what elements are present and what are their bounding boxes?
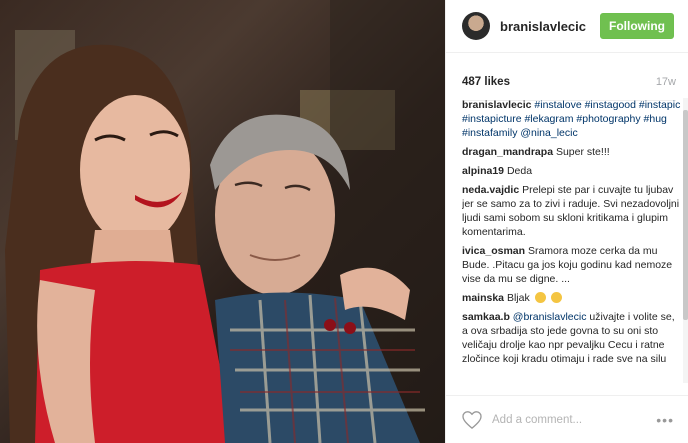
list-item: neda.vajdic Prelepi ste par i cuvajte tu… xyxy=(462,183,682,239)
list-item: mainska Bljak xyxy=(462,291,682,305)
comment-text: Deda xyxy=(506,165,533,177)
emoji-icon xyxy=(534,292,546,303)
comment-username[interactable]: neda.vajdic xyxy=(462,184,519,196)
caption: branislavlecic #instalove #instagood #in… xyxy=(462,98,682,140)
likes-count[interactable]: 487 likes xyxy=(462,76,510,88)
comment-mention[interactable]: @branislavlecic xyxy=(513,311,587,323)
list-item: alpina19 Deda xyxy=(462,164,682,178)
comment-username[interactable]: mainska xyxy=(462,292,504,304)
heart-icon[interactable] xyxy=(462,410,482,429)
username-link[interactable]: branislavlecic xyxy=(500,19,586,34)
following-button[interactable]: Following xyxy=(600,13,674,39)
comment-username[interactable]: samkaa.b xyxy=(462,311,510,323)
list-item: ivica_osman Sramora moze cerka da mu Bud… xyxy=(462,244,682,286)
comments-list[interactable]: branislavlecic #instalove #instagood #in… xyxy=(462,98,682,383)
comment-text: Super ste!!! xyxy=(555,146,610,158)
post-age[interactable]: 17w xyxy=(656,76,676,88)
comment-username[interactable]: dragan_mandrapa xyxy=(462,146,553,158)
list-item: samkaa.b @branislavlecic uživajte i voli… xyxy=(462,310,682,366)
post-modal: branislavlecic Following 487 likes 17w b… xyxy=(0,0,688,443)
post-sidebar: branislavlecic Following 487 likes 17w b… xyxy=(445,0,688,443)
more-options-icon[interactable]: ••• xyxy=(656,412,674,428)
post-header: branislavlecic Following xyxy=(446,0,688,53)
stats-row: 487 likes 17w xyxy=(446,53,688,93)
comment-bar: Add a comment... ••• xyxy=(446,395,688,443)
avatar[interactable] xyxy=(462,12,490,40)
comment-username[interactable]: alpina19 xyxy=(462,165,504,177)
emoji-icon xyxy=(550,292,562,303)
comment-input[interactable]: Add a comment... xyxy=(492,414,582,426)
scrollbar[interactable] xyxy=(683,98,688,383)
comment-text: Bljak xyxy=(506,292,530,304)
list-item: dragan_mandrapa Super ste!!! xyxy=(462,145,682,159)
post-photo xyxy=(0,0,445,443)
comment-username[interactable]: ivica_osman xyxy=(462,245,525,257)
comment-username[interactable]: branislavlecic xyxy=(462,99,531,111)
